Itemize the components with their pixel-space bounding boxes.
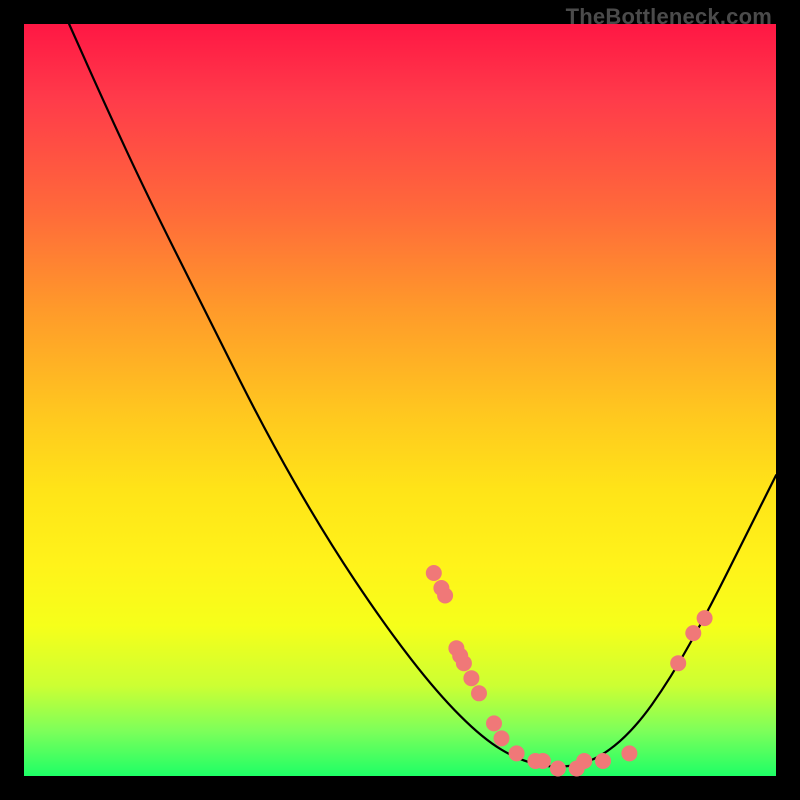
data-marker (535, 753, 551, 769)
data-markers (426, 565, 713, 777)
watermark-text: TheBottleneck.com (566, 4, 772, 30)
data-marker (437, 588, 453, 604)
curve-layer (24, 24, 776, 776)
data-marker (463, 670, 479, 686)
data-marker (670, 655, 686, 671)
data-marker (621, 745, 637, 761)
data-marker (486, 715, 502, 731)
data-marker (456, 655, 472, 671)
data-marker (471, 685, 487, 701)
data-marker (550, 761, 566, 777)
data-marker (697, 610, 713, 626)
data-marker (509, 745, 525, 761)
data-marker (494, 730, 510, 746)
bottleneck-curve (69, 24, 776, 767)
data-marker (576, 753, 592, 769)
plot-frame (24, 24, 776, 776)
data-marker (595, 753, 611, 769)
data-marker (685, 625, 701, 641)
data-marker (426, 565, 442, 581)
